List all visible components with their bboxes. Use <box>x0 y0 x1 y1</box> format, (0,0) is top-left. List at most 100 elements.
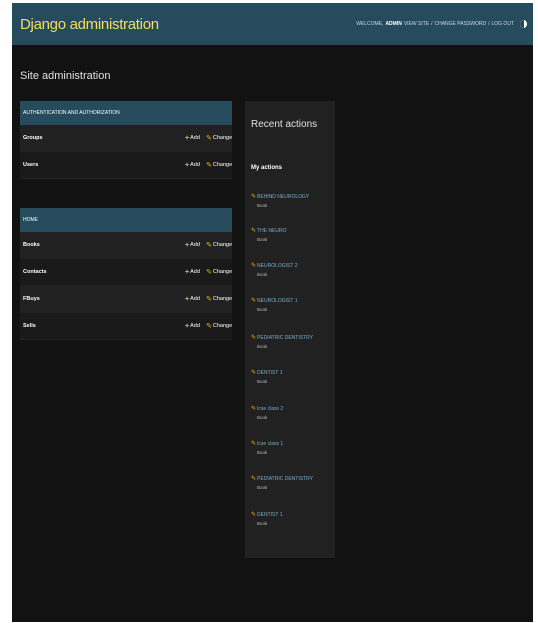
log-out-link[interactable]: LOG OUT <box>491 21 514 27</box>
username: ADMIN <box>385 21 402 27</box>
pencil-icon: ✎ <box>251 406 257 412</box>
add-label: Add <box>190 296 200 302</box>
change-fbuys-button[interactable]: ✎ Change <box>206 295 232 303</box>
admin-window: Django administration WELCOME, ADMIN VIE… <box>12 3 533 622</box>
change-label: Change <box>212 296 233 302</box>
plus-icon: + <box>185 322 190 330</box>
table-row: FBuys + Add ✎ Change <box>20 286 232 313</box>
action-label: BEHIND NEUROLOGY <box>257 193 310 200</box>
separator: / <box>488 21 490 27</box>
list-item: ✎ DENTIST 1 Book <box>251 511 283 527</box>
list-item: ✎ BEHIND NEUROLOGY Book <box>251 193 310 209</box>
recent-action-link[interactable]: ✎ THE NEURO <box>251 227 287 235</box>
action-label: PEDIATRIC DENTISTRY <box>257 475 313 482</box>
plus-icon: + <box>185 134 190 142</box>
header-bar: Django administration WELCOME, ADMIN VIE… <box>12 3 533 45</box>
model-link-books[interactable]: Books <box>23 242 40 248</box>
change-label: Change <box>212 242 233 248</box>
change-label: Change <box>212 269 233 275</box>
action-type: Book <box>257 344 268 349</box>
pencil-icon: ✎ <box>251 298 257 304</box>
change-books-button[interactable]: ✎ Change <box>206 241 232 249</box>
module-caption[interactable]: Authentication and Authorization <box>20 101 232 125</box>
table-row: Users + Add ✎ Change <box>20 152 232 179</box>
list-item: ✎ THE NEURO Book <box>251 227 287 243</box>
list-item: ✎ PEDIATRIC DENTISTRY Book <box>251 475 313 491</box>
change-sells-button[interactable]: ✎ Change <box>206 322 232 330</box>
page-title: Site administration <box>20 70 111 82</box>
module-caption[interactable]: Home <box>20 208 232 232</box>
list-item: ✎ DENTIST 1 Book <box>251 369 283 385</box>
theme-toggle-icon[interactable] <box>520 20 527 28</box>
recent-action-link[interactable]: ✎ NEUROLOGIST 2 <box>251 262 298 270</box>
action-type: Book <box>257 521 268 526</box>
action-label: NEUROLOGIST 1 <box>257 297 298 304</box>
recent-action-link[interactable]: ✎ BEHIND NEUROLOGY <box>251 193 310 201</box>
recent-action-link[interactable]: ✎ PEDIATRIC DENTISTRY <box>251 475 313 483</box>
model-link-users[interactable]: Users <box>23 162 38 168</box>
add-groups-button[interactable]: + Add <box>185 135 200 142</box>
recent-action-link[interactable]: ✎ Icse class 2 <box>251 405 284 413</box>
pencil-icon: ✎ <box>251 370 257 376</box>
recent-action-link[interactable]: ✎ PEDIATRIC DENTISTRY <box>251 334 313 342</box>
change-groups-button[interactable]: ✎ Change <box>206 134 232 142</box>
action-type: Book <box>257 415 268 420</box>
my-actions-heading: My actions <box>251 165 283 171</box>
list-item: ✎ Icse class 1 Book <box>251 440 284 456</box>
user-tools: WELCOME, ADMIN VIEW SITE / CHANGE PASSWO… <box>356 20 527 28</box>
separator: / <box>431 21 433 27</box>
action-label: DENTIST 1 <box>257 511 283 518</box>
action-label: Icse class 2 <box>257 405 284 412</box>
recent-action-link[interactable]: ✎ NEUROLOGIST 1 <box>251 297 298 305</box>
pencil-icon: ✎ <box>251 263 257 269</box>
pencil-icon: ✎ <box>251 441 257 447</box>
add-label: Add <box>190 323 200 329</box>
model-link-groups[interactable]: Groups <box>23 135 43 141</box>
pencil-icon: ✎ <box>251 476 257 482</box>
site-brand[interactable]: Django administration <box>20 16 159 33</box>
recent-actions-title: Recent actions <box>251 119 318 130</box>
action-type: Book <box>257 450 268 455</box>
add-label: Add <box>190 162 200 168</box>
model-link-fbuys[interactable]: FBuys <box>23 296 40 302</box>
module-auth: Authentication and Authorization Groups … <box>20 101 232 179</box>
table-row: Books + Add ✎ Change <box>20 232 232 259</box>
recent-action-link[interactable]: ✎ Icse class 1 <box>251 440 284 448</box>
change-label: Change <box>212 323 233 329</box>
action-type: Book <box>257 272 268 277</box>
pencil-icon: ✎ <box>251 194 257 200</box>
pencil-icon: ✎ <box>206 135 212 142</box>
model-link-contacts[interactable]: Contacts <box>23 269 47 275</box>
action-label: Icse class 1 <box>257 440 284 447</box>
add-users-button[interactable]: + Add <box>185 162 200 169</box>
add-fbuys-button[interactable]: + Add <box>185 296 200 303</box>
change-contacts-button[interactable]: ✎ Change <box>206 268 232 276</box>
change-label: Change <box>212 162 233 168</box>
action-type: Book <box>257 203 268 208</box>
add-contacts-button[interactable]: + Add <box>185 269 200 276</box>
action-type: Book <box>257 485 268 490</box>
add-sells-button[interactable]: + Add <box>185 323 200 330</box>
action-type: Book <box>257 307 268 312</box>
model-link-sells[interactable]: Sells <box>23 323 36 329</box>
action-label: NEUROLOGIST 2 <box>257 262 298 269</box>
pencil-icon: ✎ <box>251 512 257 518</box>
pencil-icon: ✎ <box>206 162 212 169</box>
table-row: Sells + Add ✎ Change <box>20 313 232 340</box>
pencil-icon: ✎ <box>206 323 212 330</box>
table-row: Contacts + Add ✎ Change <box>20 259 232 286</box>
add-label: Add <box>190 269 200 275</box>
action-label: THE NEURO <box>257 227 287 234</box>
pencil-icon: ✎ <box>206 242 212 249</box>
recent-action-link[interactable]: ✎ DENTIST 1 <box>251 511 283 519</box>
list-item: ✎ PEDIATRIC DENTISTRY Book <box>251 334 313 350</box>
view-site-link[interactable]: VIEW SITE <box>404 21 429 27</box>
table-row: Groups + Add ✎ Change <box>20 125 232 152</box>
recent-action-link[interactable]: ✎ DENTIST 1 <box>251 369 283 377</box>
change-password-link[interactable]: CHANGE PASSWORD <box>435 21 487 27</box>
recent-actions-panel: Recent actions My actions ✎ BEHIND NEUROL… <box>245 101 335 558</box>
change-label: Change <box>212 135 233 141</box>
change-users-button[interactable]: ✎ Change <box>206 161 232 169</box>
add-books-button[interactable]: + Add <box>185 242 200 249</box>
list-item: ✎ NEUROLOGIST 2 Book <box>251 262 298 278</box>
